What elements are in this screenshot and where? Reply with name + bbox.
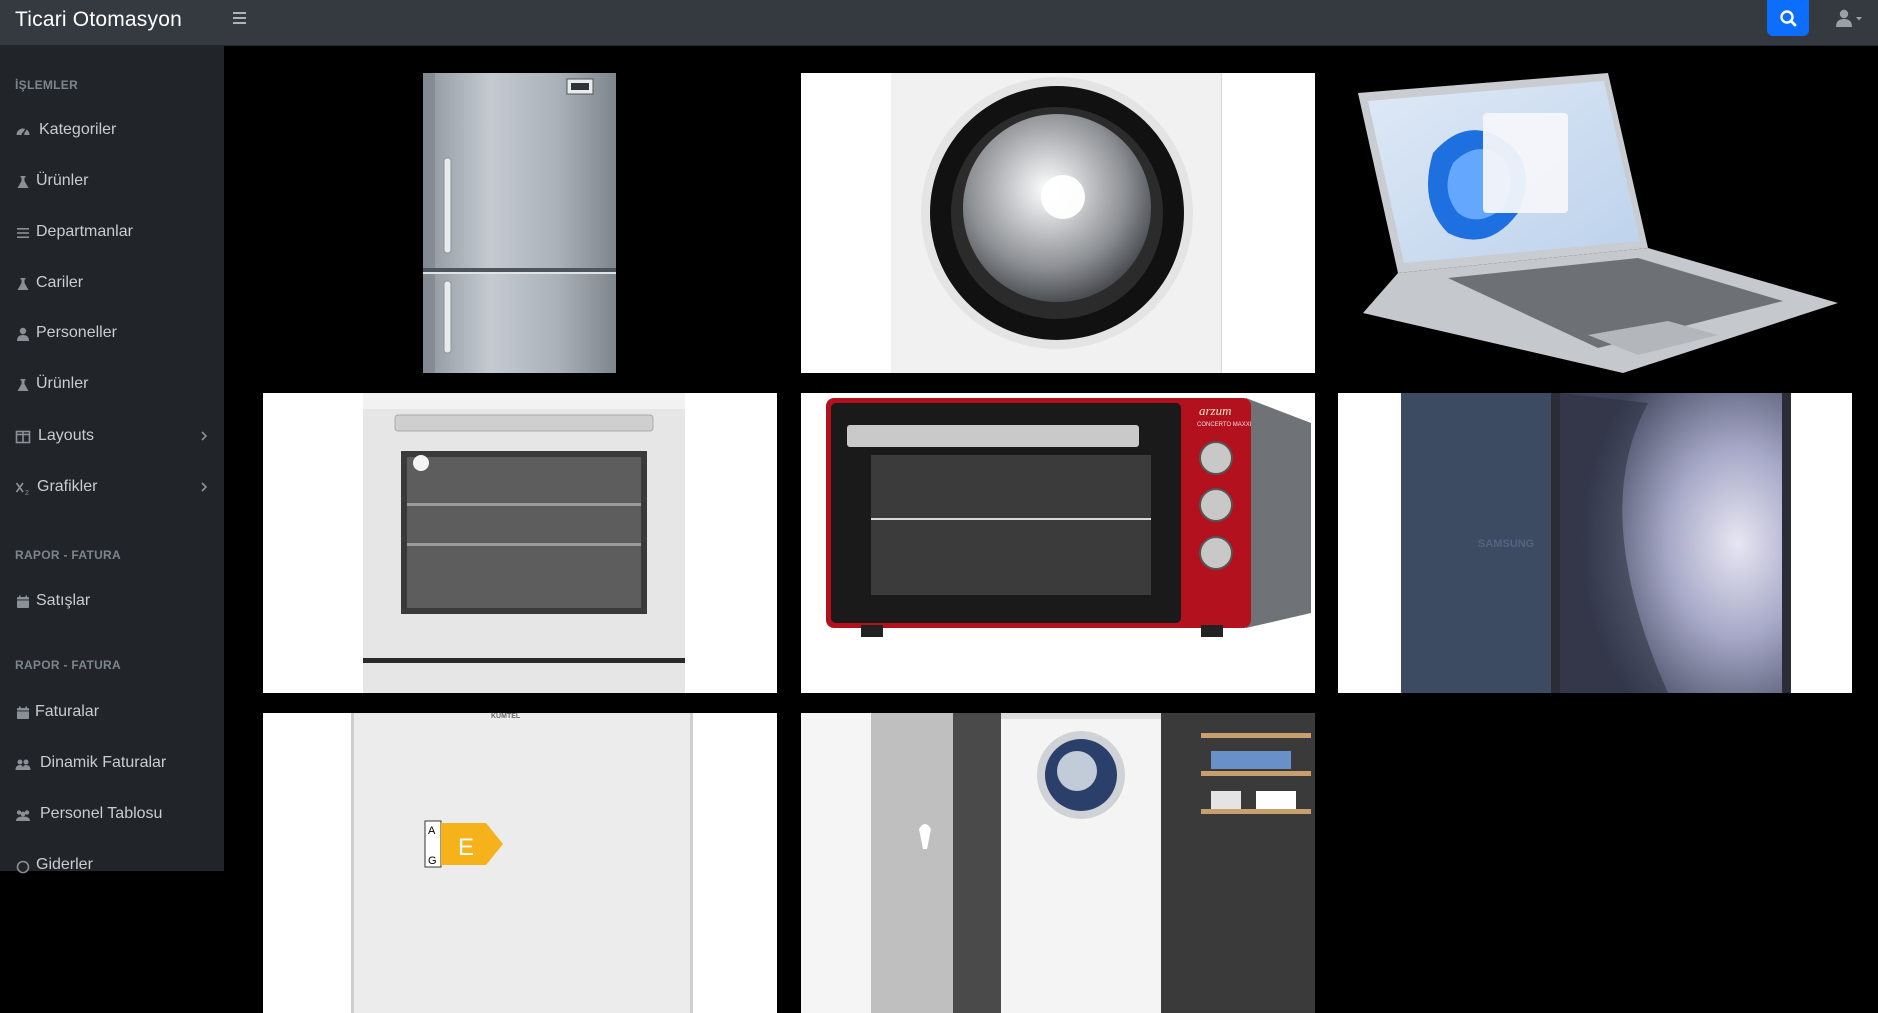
oven-model-label: CONCERTO MAXXI	[1197, 422, 1252, 428]
mini-oven-image: arzum CONCERTO MAXXI	[826, 398, 1311, 637]
calendar-icon	[17, 706, 29, 719]
fridge-brand-label: KUMTEL	[491, 713, 521, 720]
product-card-laptop[interactable]	[1338, 73, 1852, 373]
chevron-right-icon	[201, 431, 208, 441]
flask-icon	[17, 379, 29, 391]
svg-text:2: 2	[25, 490, 29, 496]
bars-icon	[17, 228, 29, 238]
top-navbar: Ticari Otomasyon	[0, 0, 1878, 46]
product-card-refrigerator-white[interactable]: KUMTEL A G E	[263, 713, 777, 1013]
users-icon	[16, 810, 30, 821]
washing-machine-image	[891, 73, 1222, 373]
refrigerator-image	[423, 73, 616, 373]
calendar-icon	[17, 595, 29, 608]
brand-title[interactable]: Ticari Otomasyon	[15, 8, 182, 32]
sidebar-item-label: Grafikler	[37, 478, 98, 495]
gauge-icon	[16, 128, 30, 136]
oven-brand-label: arzum	[1199, 403, 1232, 418]
users-icon	[15, 759, 31, 770]
tablet-image: SAMSUNG	[1401, 393, 1791, 693]
sidebar-toggle-button[interactable]	[232, 9, 248, 27]
sidebar-item-satislar[interactable]: Satışlar	[0, 580, 224, 624]
sidebar-item-label: Ürünler	[36, 375, 89, 392]
flask-icon	[17, 278, 29, 290]
caret-down-icon	[1856, 17, 1862, 21]
laptop-image	[1358, 73, 1838, 373]
columns-icon	[15, 430, 31, 444]
sidebar-item-label: Dinamik Faturalar	[40, 754, 167, 771]
sidebar-item-grafikler[interactable]: 2 Grafikler	[0, 466, 224, 510]
sidebar-item-label: Satışlar	[36, 592, 91, 609]
chevron-right-icon	[201, 482, 208, 492]
search-button[interactable]	[1767, 0, 1809, 36]
sidebar-item-personel-tablosu[interactable]: Personel Tablosu	[0, 793, 224, 837]
sidebar-item-giderler[interactable]: Giderler	[0, 844, 224, 888]
sidebar-item-label: Kategoriler	[39, 121, 117, 138]
sidebar-item-kategoriler[interactable]: Kategoriler	[0, 109, 224, 153]
energy-class-label: E	[458, 834, 474, 861]
sidebar-item-label: Layouts	[38, 427, 95, 444]
circle-icon	[16, 860, 30, 874]
search-icon	[1780, 10, 1797, 27]
sidebar-item-dinamik-faturalar[interactable]: Dinamik Faturalar	[0, 742, 224, 786]
sidebar-item-departmanlar[interactable]: Departmanlar	[0, 211, 224, 255]
tablet-brand-label: SAMSUNG	[1478, 538, 1534, 550]
sidebar-heading-islemler: İŞLEMLER	[15, 78, 79, 92]
energy-scale-top-label: A	[428, 825, 436, 837]
sidebar: İŞLEMLER Kategoriler Ürünler Departmanla…	[0, 46, 224, 874]
sidebar-item-label: Ürünler	[36, 172, 89, 189]
product-card-mini-oven[interactable]: arzum CONCERTO MAXXI	[801, 393, 1315, 693]
sidebar-item-faturalar[interactable]: Faturalar	[0, 691, 224, 735]
laundry-washer-image	[801, 713, 1315, 1013]
energy-scale-bottom-label: G	[428, 855, 437, 867]
user-menu-dropdown[interactable]	[1835, 8, 1865, 30]
sidebar-heading-rapor-fatura-2: RAPOR - FATURA	[15, 658, 121, 672]
product-card-refrigerator[interactable]	[263, 73, 777, 373]
refrigerator-white-image: KUMTEL A G E	[351, 713, 693, 1013]
sidebar-item-label: Faturalar	[35, 703, 100, 720]
user-icon	[17, 327, 29, 341]
sidebar-item-cariler[interactable]: Cariler	[0, 262, 224, 306]
sidebar-item-urunler[interactable]: Ürünler	[0, 160, 224, 204]
sidebar-item-label: Personeller	[36, 324, 117, 341]
sidebar-item-label: Departmanlar	[36, 223, 133, 240]
sidebar-heading-rapor-fatura: RAPOR - FATURA	[15, 548, 121, 562]
sidebar-item-personeller[interactable]: Personeller	[0, 312, 224, 356]
product-card-washing-machine[interactable]	[801, 73, 1315, 373]
builtin-oven-image	[363, 393, 685, 693]
sidebar-item-urunler-2[interactable]: Ürünler	[0, 363, 224, 407]
product-card-tablet[interactable]: SAMSUNG	[1338, 393, 1852, 693]
user-icon	[1836, 9, 1862, 27]
flask-icon	[17, 176, 29, 188]
sidebar-item-layouts[interactable]: Layouts	[0, 415, 224, 459]
sidebar-item-label: Personel Tablosu	[40, 805, 163, 822]
subscript-icon: 2	[15, 482, 29, 496]
product-card-laundry-washer[interactable]	[801, 713, 1315, 1013]
product-card-builtin-oven[interactable]	[263, 393, 777, 693]
sidebar-item-label: Giderler	[36, 856, 93, 873]
sidebar-item-label: Cariler	[36, 274, 84, 291]
